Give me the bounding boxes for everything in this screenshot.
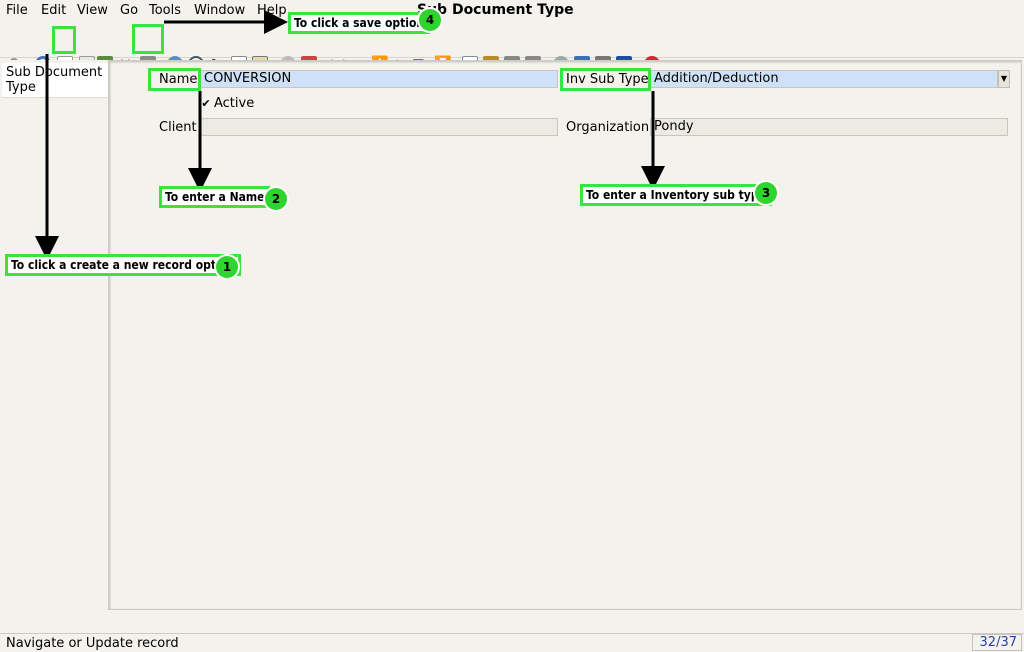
annotation-1-note: To click a create a new record option [5,254,241,276]
annotation-3-note: To enter a Inventory sub type [580,184,772,206]
annotation-4-badge: 4 [419,9,441,31]
annotation-1-badge: 1 [216,256,238,278]
annotation-2-badge: 2 [265,188,287,210]
annotation-2-note: To enter a Name [159,186,271,208]
annotation-arrows [35,10,665,260]
annotation-3-badge: 3 [755,182,777,204]
annotation-4-note: To click a save option [288,12,431,34]
